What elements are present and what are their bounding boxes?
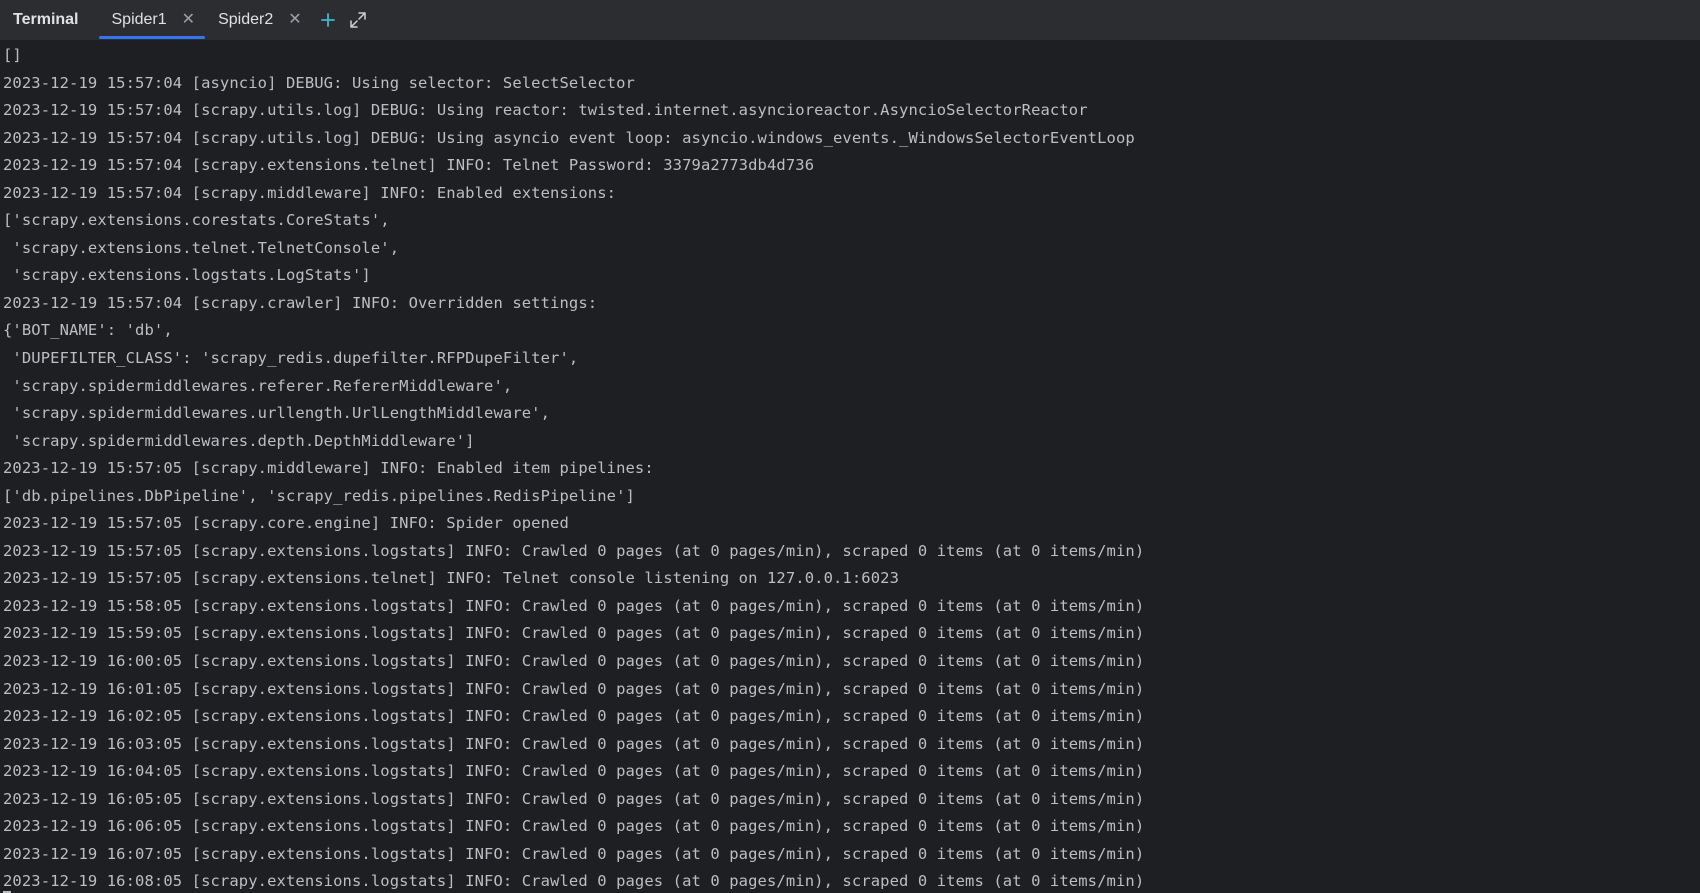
maximize-button[interactable] — [344, 6, 372, 34]
console-line: 2023-12-19 15:57:04 [scrapy.crawler] INF… — [3, 293, 598, 312]
console-line: 'scrapy.spidermiddlewares.referer.Refere… — [3, 376, 513, 395]
console-line: 2023-12-19 16:05:05 [scrapy.extensions.l… — [3, 789, 1145, 808]
console-line: 'scrapy.spidermiddlewares.urllength.UrlL… — [3, 404, 551, 423]
tab-label: Spider2 — [218, 11, 274, 28]
tab-spider2[interactable]: Spider2 ✕ — [205, 0, 312, 40]
console-line: 2023-12-19 15:57:04 [scrapy.middleware] … — [3, 183, 617, 202]
tool-window-title: Terminal — [13, 11, 79, 28]
console-line: 2023-12-19 16:02:05 [scrapy.extensions.l… — [3, 707, 1145, 726]
close-icon[interactable]: ✕ — [288, 12, 301, 28]
console-line: 2023-12-19 16:08:05 [scrapy.extensions.l… — [3, 872, 1145, 891]
console-line: ['db.pipelines.DbPipeline', 'scrapy_redi… — [3, 486, 635, 505]
console-line: [] — [3, 46, 22, 64]
console-line: ['scrapy.extensions.corestats.CoreStats'… — [3, 211, 390, 230]
console-line: 2023-12-19 15:57:04 [scrapy.utils.log] D… — [3, 128, 1135, 147]
console-line: 'scrapy.extensions.logstats.LogStats'] — [3, 266, 371, 285]
console-line: 2023-12-19 15:57:04 [scrapy.utils.log] D… — [3, 101, 1088, 120]
console-line: 2023-12-19 15:58:05 [scrapy.extensions.l… — [3, 596, 1145, 615]
console-line: 2023-12-19 16:07:05 [scrapy.extensions.l… — [3, 844, 1145, 863]
terminal-tab-bar: Terminal Spider1 ✕ Spider2 ✕ — [0, 0, 1700, 40]
console-line: 2023-12-19 15:57:05 [scrapy.core.engine]… — [3, 514, 569, 533]
console-line: 2023-12-19 16:03:05 [scrapy.extensions.l… — [3, 734, 1145, 753]
console-line: 'scrapy.spidermiddlewares.depth.DepthMid… — [3, 431, 475, 450]
console-line: 2023-12-19 16:00:05 [scrapy.extensions.l… — [3, 652, 1145, 671]
console-line: 2023-12-19 15:57:05 [scrapy.middleware] … — [3, 459, 654, 478]
console-line: 'scrapy.extensions.telnet.TelnetConsole'… — [3, 238, 400, 257]
console-line: 2023-12-19 16:01:05 [scrapy.extensions.l… — [3, 679, 1145, 698]
console-line: 'DUPEFILTER_CLASS': 'scrapy_redis.dupefi… — [3, 349, 579, 368]
tab-label: Spider1 — [111, 11, 167, 28]
plus-icon — [320, 13, 335, 27]
terminal-output[interactable]: [] 2023-12-19 15:57:04 [asyncio] DEBUG: U… — [0, 40, 1700, 893]
expand-icon — [349, 12, 366, 28]
close-icon[interactable]: ✕ — [182, 12, 195, 28]
console-line: 2023-12-19 16:06:05 [scrapy.extensions.l… — [3, 817, 1145, 836]
console-line: 2023-12-19 15:57:05 [scrapy.extensions.t… — [3, 569, 900, 588]
console-line: 2023-12-19 15:59:05 [scrapy.extensions.l… — [3, 624, 1145, 643]
console-line: {'BOT_NAME': 'db', — [3, 321, 173, 340]
new-tab-button[interactable] — [314, 6, 342, 34]
console-line: 2023-12-19 16:04:05 [scrapy.extensions.l… — [3, 762, 1145, 781]
console-line: 2023-12-19 15:57:04 [scrapy.extensions.t… — [3, 156, 815, 175]
tab-spider1[interactable]: Spider1 ✕ — [98, 0, 206, 40]
console-line: 2023-12-19 15:57:04 [asyncio] DEBUG: Usi… — [3, 73, 635, 92]
console-line: 2023-12-19 15:57:05 [scrapy.extensions.l… — [3, 541, 1145, 560]
terminal-window: Terminal Spider1 ✕ Spider2 ✕ [] 2023-12-1… — [0, 0, 1700, 893]
